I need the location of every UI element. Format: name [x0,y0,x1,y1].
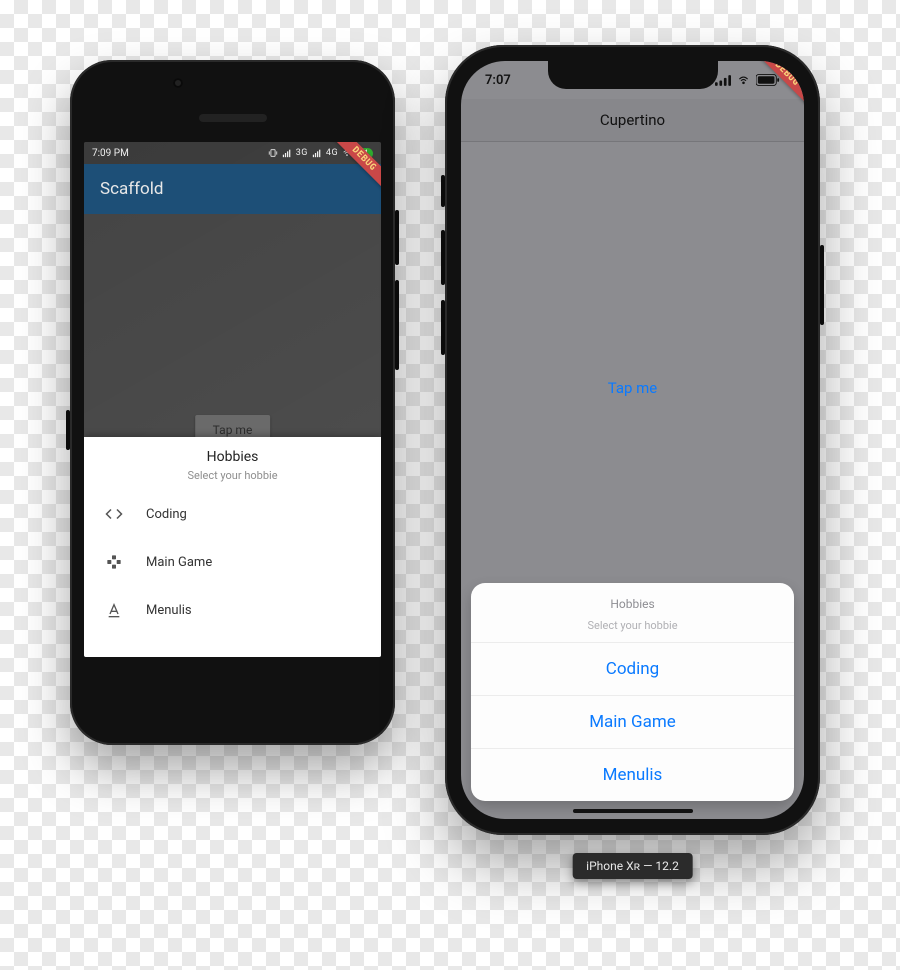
signal-icon-2 [312,148,322,158]
android-screen: 7:09 PM 3G 4G 91 Scaffold DEBUG Tap me [84,142,381,657]
sheet-item-label: Menulis [146,603,192,618]
sheet-item-label: Main Game [146,555,212,570]
android-power-button [395,210,399,265]
gamepad-icon [104,552,124,572]
action-sheet-item-coding[interactable]: Coding [471,643,794,696]
iphone-screen: 7:07 Cupertino DEBUG Tap me Hobbies Sele… [461,61,804,819]
action-sheet-title: Hobbies [481,597,784,611]
signal-icon [282,148,292,158]
sheet-item-label: Coding [146,507,187,522]
wifi-icon [736,75,751,86]
iphone-mute-switch [441,175,445,207]
android-appbar: Scaffold [84,164,381,214]
network-label-3g: 3G [296,148,308,158]
iphone-volume-up [441,230,445,285]
cellular-icon [715,75,731,86]
iphone-notch [548,61,718,89]
status-clock: 7:09 PM [92,148,129,159]
android-side-button [66,410,70,450]
sheet-item-coding[interactable]: Coding [84,490,381,538]
iphone-volume-down [441,300,445,355]
ios-navbar: Cupertino [461,99,804,142]
sheet-subtitle: Select your hobbie [84,469,381,482]
navbar-title: Cupertino [600,111,665,129]
action-sheet-item-menulis[interactable]: Menulis [471,749,794,801]
format-icon [104,600,124,620]
device-caption: iPhone Xʀ — 12.2 [572,853,693,879]
action-sheet-subtitle: Select your hobbie [481,619,784,632]
tap-me-button[interactable]: Tap me [608,379,658,397]
battery-icon [756,74,780,86]
ios-action-sheet: Hobbies Select your hobbie Coding Main G… [471,583,794,801]
network-label-4g: 4G [326,148,338,158]
sheet-title: Hobbies [84,449,381,465]
appbar-title: Scaffold [100,179,163,199]
status-clock: 7:07 [485,73,511,88]
code-icon [104,504,124,524]
android-status-bar: 7:09 PM 3G 4G 91 [84,142,381,164]
android-speaker [199,114,267,122]
android-volume-button [395,280,399,370]
android-bottom-sheet: Hobbies Select your hobbie Coding Main G… [84,437,381,657]
sheet-item-main-game[interactable]: Main Game [84,538,381,586]
iphone-device: 7:07 Cupertino DEBUG Tap me Hobbies Sele… [445,45,820,835]
android-device: 7:09 PM 3G 4G 91 Scaffold DEBUG Tap me [70,60,395,745]
sheet-item-menulis[interactable]: Menulis [84,586,381,634]
home-indicator[interactable] [573,809,693,813]
vibrate-icon [268,148,278,158]
iphone-side-button [820,245,824,325]
action-sheet-item-main-game[interactable]: Main Game [471,696,794,749]
